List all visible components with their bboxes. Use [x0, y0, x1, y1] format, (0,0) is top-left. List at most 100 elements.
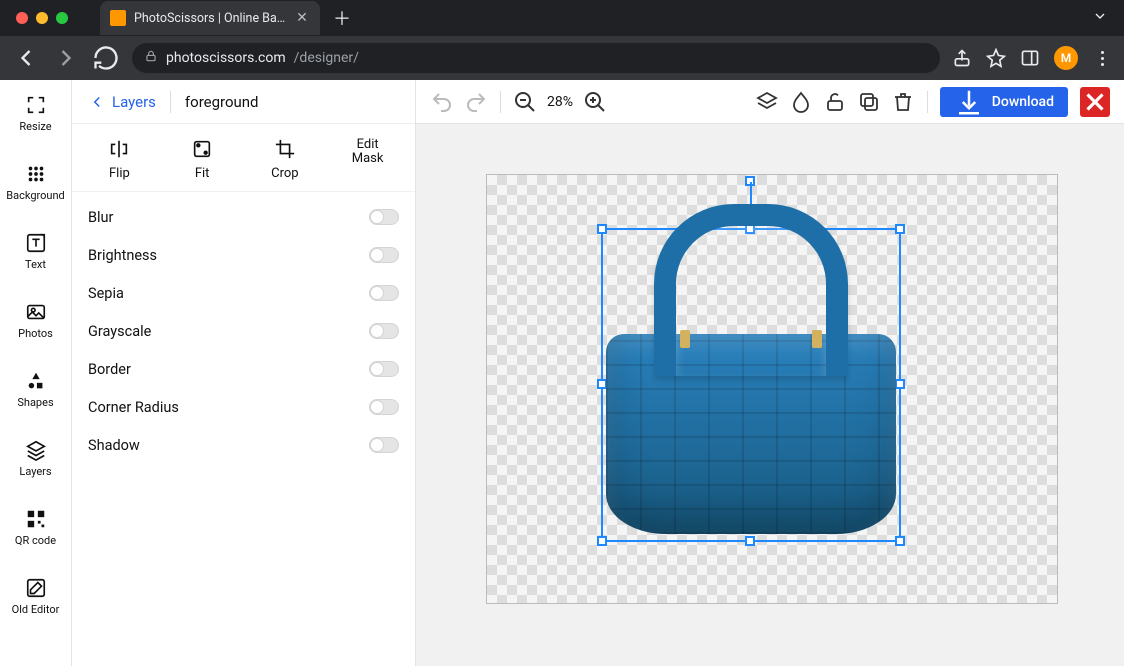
effect-corner-radius: Corner Radius: [88, 388, 399, 426]
share-icon[interactable]: [952, 48, 972, 68]
reload-button[interactable]: [92, 44, 120, 72]
tool-label: Flip: [109, 166, 130, 181]
canvas-toolbar: 28% Download: [416, 80, 1124, 124]
delete-icon[interactable]: [891, 90, 915, 114]
forward-button[interactable]: [52, 44, 80, 72]
effect-label: Grayscale: [88, 323, 151, 340]
rail-label: Layers: [19, 465, 51, 478]
rail-item-oldeditor[interactable]: Old Editor: [0, 571, 71, 622]
canvas-wrap: 28% Download: [416, 80, 1124, 666]
close-button[interactable]: [1080, 87, 1110, 117]
bag-clasp-icon: [812, 330, 822, 348]
toggle-border[interactable]: [369, 361, 399, 377]
redo-button[interactable]: [464, 90, 488, 114]
resize-handle-nw[interactable]: [597, 224, 607, 234]
left-rail: Resize Background Text Photos Shapes Lay…: [0, 80, 72, 666]
shapes-icon: [25, 370, 47, 392]
browser-chrome: PhotoScissors | Online Backgro ✕ ＋ photo…: [0, 0, 1124, 80]
toggle-corner-radius[interactable]: [369, 399, 399, 415]
tool-row: Flip Fit Crop Edit Mask: [72, 124, 415, 192]
effect-blur: Blur: [88, 198, 399, 236]
effect-label: Brightness: [88, 247, 157, 264]
effect-shadow: Shadow: [88, 426, 399, 464]
opacity-icon[interactable]: [789, 90, 813, 114]
properties-panel: Layers foreground Flip Fit Crop Edit Mas: [72, 80, 416, 666]
rail-label: Shapes: [17, 396, 53, 409]
profile-avatar[interactable]: M: [1054, 46, 1078, 70]
tab-close-icon[interactable]: ✕: [294, 10, 310, 26]
toggle-blur[interactable]: [369, 209, 399, 225]
effect-label: Corner Radius: [88, 399, 179, 416]
back-to-layers-button[interactable]: Layers: [88, 93, 156, 111]
zoom-label: 28%: [547, 94, 573, 110]
chrome-right-icons: M: [952, 46, 1112, 70]
tab-title: PhotoScissors | Online Backgro: [134, 11, 286, 26]
bag-clasp-icon: [680, 330, 690, 348]
crop-tool[interactable]: Crop: [250, 138, 320, 181]
toggle-sepia[interactable]: [369, 285, 399, 301]
rail-item-photos[interactable]: Photos: [0, 295, 71, 346]
panel-header: Layers foreground: [72, 80, 415, 124]
rail-label: Old Editor: [12, 603, 60, 616]
fit-tool[interactable]: Fit: [167, 138, 237, 181]
effect-label: Sepia: [88, 285, 124, 302]
resize-handle-s[interactable]: [745, 536, 755, 546]
rail-label: Text: [25, 258, 46, 271]
browser-tab[interactable]: PhotoScissors | Online Backgro ✕: [100, 1, 320, 35]
effects-list: Blur Brightness Sepia Grayscale Border C…: [72, 192, 415, 470]
crop-icon: [274, 138, 296, 160]
effect-label: Blur: [88, 209, 113, 226]
toggle-grayscale[interactable]: [369, 323, 399, 339]
new-tab-button[interactable]: ＋: [328, 4, 356, 32]
oldeditor-icon: [25, 577, 47, 599]
kebab-menu-icon[interactable]: [1092, 48, 1112, 68]
photos-icon: [25, 301, 47, 323]
rail-label: QR code: [15, 534, 56, 547]
canvas-board[interactable]: [486, 174, 1058, 604]
effect-grayscale: Grayscale: [88, 312, 399, 350]
resize-handle-se[interactable]: [895, 536, 905, 546]
divider: [500, 91, 501, 113]
window-minimize-icon[interactable]: [36, 12, 48, 24]
rail-item-text[interactable]: Text: [0, 226, 71, 277]
foreground-image[interactable]: [606, 334, 896, 534]
rail-label: Photos: [18, 327, 53, 340]
unlock-icon[interactable]: [823, 90, 847, 114]
duplicate-icon[interactable]: [857, 90, 881, 114]
panel-icon[interactable]: [1020, 48, 1040, 68]
flip-tool[interactable]: Flip: [84, 138, 154, 181]
rail-item-shapes[interactable]: Shapes: [0, 364, 71, 415]
canvas-area[interactable]: [416, 124, 1124, 666]
divider: [170, 91, 171, 113]
rail-item-resize[interactable]: Resize: [0, 88, 71, 139]
resize-icon: [25, 94, 47, 116]
rail-item-background[interactable]: Background: [0, 157, 71, 208]
resize-handle-e[interactable]: [895, 379, 905, 389]
star-icon[interactable]: [986, 48, 1006, 68]
tool-label: Edit Mask: [352, 138, 384, 167]
back-button[interactable]: [12, 44, 40, 72]
tool-label: Fit: [195, 166, 210, 181]
layers-icon[interactable]: [755, 90, 779, 114]
resize-handle-sw[interactable]: [597, 536, 607, 546]
rail-item-qrcode[interactable]: QR code: [0, 502, 71, 553]
toggle-shadow[interactable]: [369, 437, 399, 453]
edit-mask-tool[interactable]: Edit Mask: [333, 138, 403, 181]
address-bar-row: photoscissors.com/designer/ M: [0, 36, 1124, 80]
zoom-out-button[interactable]: [513, 90, 537, 114]
download-button[interactable]: Download: [940, 87, 1068, 117]
resize-handle-ne[interactable]: [895, 224, 905, 234]
selection-box[interactable]: [601, 228, 901, 542]
background-icon: [25, 163, 47, 185]
window-maximize-icon[interactable]: [56, 12, 68, 24]
toggle-brightness[interactable]: [369, 247, 399, 263]
window-close-icon[interactable]: [16, 12, 28, 24]
address-bar[interactable]: photoscissors.com/designer/: [132, 43, 940, 73]
undo-button[interactable]: [430, 90, 454, 114]
chevron-down-icon[interactable]: [1092, 8, 1108, 28]
rail-item-layers[interactable]: Layers: [0, 433, 71, 484]
tab-strip: PhotoScissors | Online Backgro ✕ ＋: [100, 0, 356, 36]
qrcode-icon: [25, 508, 47, 530]
zoom-in-button[interactable]: [583, 90, 607, 114]
rail-label: Background: [6, 189, 64, 202]
